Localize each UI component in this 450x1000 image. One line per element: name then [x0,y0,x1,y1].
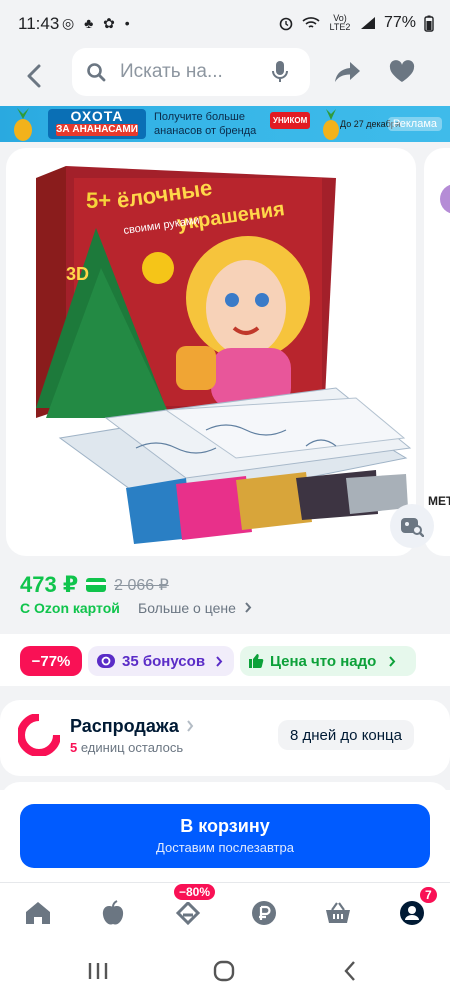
banner-logo-line2: ЗА АНАНАСАМИ [56,124,138,136]
battery-icon [424,15,434,32]
chevron-right-icon [245,602,252,613]
search-header [0,48,450,104]
system-back-button[interactable] [330,958,370,984]
discount-badge: −80% [172,882,218,902]
nav-fresh[interactable] [95,895,131,931]
product-image: 5+ ёлочные украшения своими руками 3D [36,166,412,544]
image-search-icon [401,518,424,537]
chevron-right-icon [187,720,194,732]
bottom-navigation: −80% 7 [0,882,450,942]
sale-units-left: 5 единиц осталось [70,740,183,755]
age-label: 5+ [86,188,111,213]
nav-home[interactable] [20,895,56,931]
back-button[interactable] [18,56,50,96]
badge-3d: 3D [66,264,89,284]
bonus-coin-icon [96,653,116,669]
home-button[interactable] [204,958,244,984]
share-button[interactable] [332,56,364,88]
search-bar[interactable] [72,48,310,96]
bonus-chip[interactable]: 35 бонусов [88,646,234,676]
banner-logo: ОХОТА ЗА АНАНАСАМИ [48,109,146,139]
next-image-card[interactable]: МЕТ [424,148,450,556]
sale-block[interactable]: Распродажа 5 единиц осталось 8 дней до к… [0,700,450,776]
bonus-label: 35 бонусов [122,652,206,670]
next-image-text: МЕТ [428,494,450,508]
recent-apps-button[interactable] [78,958,118,984]
ozon-card-icon [86,578,107,592]
delivery-label: Доставим послезавтра [156,840,294,855]
add-to-cart-label: В корзину [180,816,270,836]
home-circle-icon [213,960,235,982]
profile-badge: 7 [418,885,439,905]
next-image-preview [440,184,450,214]
chevron-left-icon [27,64,41,88]
current-price: 473 ₽ [20,572,79,597]
price-row: 473 ₽ 2 066 ₽ [20,570,169,600]
banner-text: Получите больше ананасов от бренда [154,110,256,138]
signal-icon [360,17,375,29]
search-input[interactable] [120,61,270,83]
sale-title[interactable]: Распродажа [70,716,194,737]
status-time: 11:43 [18,14,60,33]
sale-title-label: Распродажа [70,716,179,736]
banner-text-line1: Получите больше [154,111,245,123]
notification-icons: ◎ ♣ ✿ • [62,15,133,31]
wifi-icon [302,17,320,28]
pineapple-icon [14,108,32,141]
home-icon [26,902,50,924]
old-price: 2 066 ₽ [114,577,169,594]
sale-units-text: единиц осталось [80,740,184,755]
ruble-coin-icon [252,901,276,925]
back-arrow-icon [344,961,355,981]
banner-brand-logo: УНИКОМ [270,112,311,129]
banner-text-line2: ананасов от бренда [154,125,257,137]
search-icon [84,60,108,84]
chevron-right-icon [389,655,396,667]
sale-logo-icon [18,714,60,756]
good-price-chip[interactable]: Цена что надо [240,646,416,676]
sale-days-left: 8 дней до конца [278,720,414,750]
discount-label: −77% [31,652,71,670]
ad-label: Реклама [387,117,442,131]
apple-icon [102,900,124,925]
discount-tag-icon [175,901,201,925]
status-bar: 11:43 ◎ ♣ ✿ • Vo) LTE2 77% [0,0,450,48]
alarm-icon [279,17,293,31]
heart-icon [389,60,415,82]
banner-logo-line1: ОХОТА [70,108,124,124]
find-similar-button[interactable] [390,504,434,548]
ozon-card-label: С Ozon картой [20,600,120,616]
status-right: Vo) LTE2 77% [278,14,434,32]
thumbs-up-icon [248,653,264,669]
sale-units-count: 5 [70,740,78,755]
system-navigation-bar [0,942,450,1000]
profile-icon [400,901,424,925]
discount-chip: −77% [20,646,82,676]
battery-level: 77% [383,14,416,31]
add-to-cart-button[interactable]: В корзину Доставим послезавтра [20,804,430,868]
product-image-card[interactable]: 5+ ёлочные украшения своими руками 3D [6,148,416,556]
recent-apps-icon [88,963,108,979]
nav-cart[interactable] [320,895,356,931]
chevron-right-icon [216,655,223,667]
favorite-button[interactable] [386,56,418,88]
ad-banner[interactable]: ОХОТА ЗА АНАНАСАМИ Получите больше анана… [0,106,450,142]
network-label: Vo) LTE2 [329,13,351,32]
share-arrow-icon [335,62,360,82]
basket-icon [326,902,350,923]
microphone-icon[interactable] [272,60,288,89]
more-about-price-link[interactable]: Больше о цене [138,600,252,616]
good-price-label: Цена что надо [270,652,377,670]
nav-finance[interactable] [246,895,282,931]
more-about-price-label: Больше о цене [138,600,236,616]
